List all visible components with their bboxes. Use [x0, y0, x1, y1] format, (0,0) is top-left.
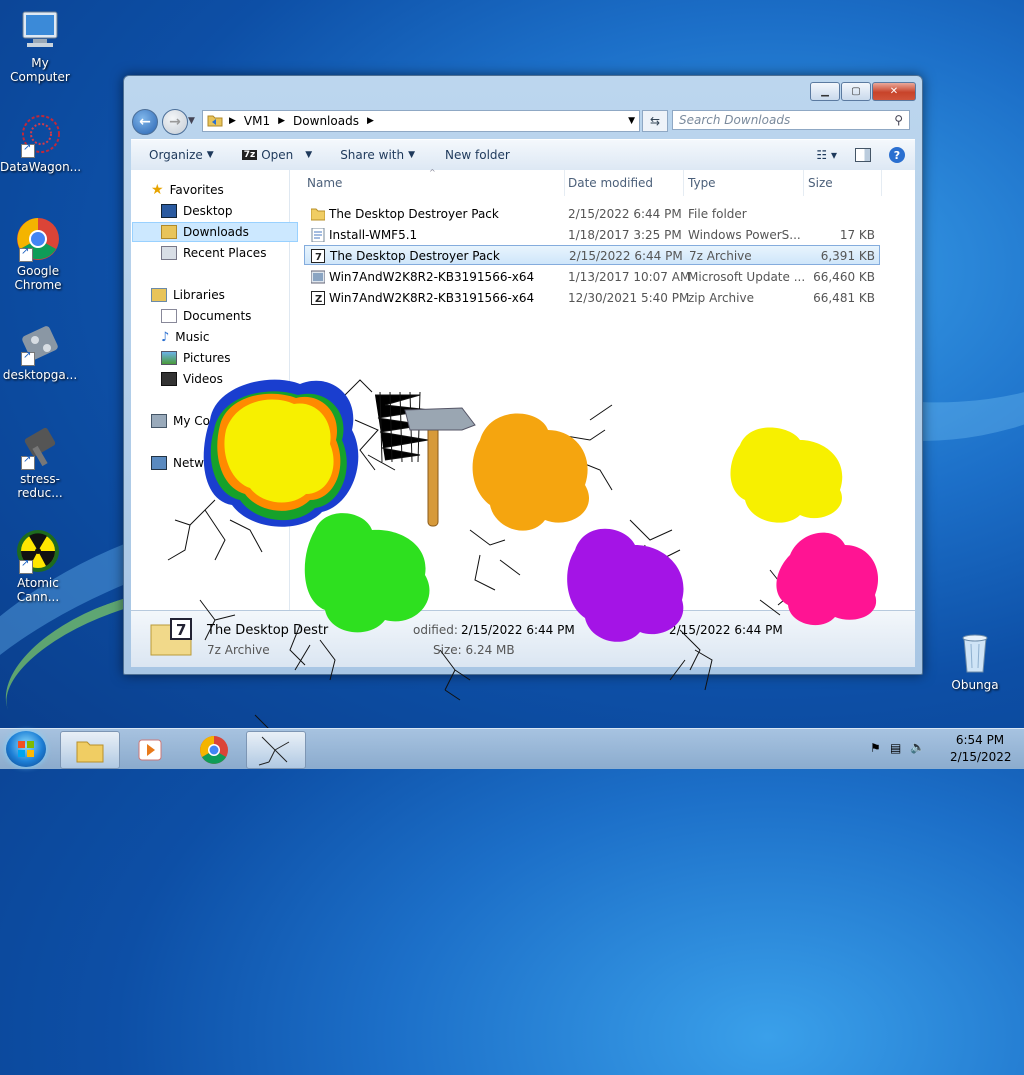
hammer-icon [404, 407, 476, 527]
system-tray: ⚑ ▤ 🔈 6:54 PM 2/15/2022 [864, 729, 1024, 769]
clock-time[interactable]: 6:54 PM [950, 733, 1010, 747]
network-icon[interactable]: ▤ [890, 741, 901, 755]
paint-splats [203, 379, 879, 642]
taskbar-destroyer[interactable] [246, 731, 306, 769]
chrome-icon [200, 736, 228, 764]
destroyer-overlay [167, 379, 879, 728]
taskbar-explorer[interactable] [60, 731, 120, 769]
taskbar-media-player[interactable] [122, 731, 182, 769]
destroyer-icon [258, 736, 290, 766]
folder-icon [76, 741, 104, 763]
start-button[interactable] [6, 731, 46, 767]
taskbar: ⚑ ▤ 🔈 6:54 PM 2/15/2022 [0, 728, 1024, 769]
windows-logo-icon [18, 741, 34, 757]
taskbar-chrome[interactable] [184, 731, 244, 769]
action-center-icon[interactable]: ⚑ [870, 741, 881, 755]
volume-icon[interactable]: 🔈 [910, 740, 925, 754]
media-player-icon [138, 739, 162, 761]
clock-date[interactable]: 2/15/2022 [950, 750, 1012, 764]
